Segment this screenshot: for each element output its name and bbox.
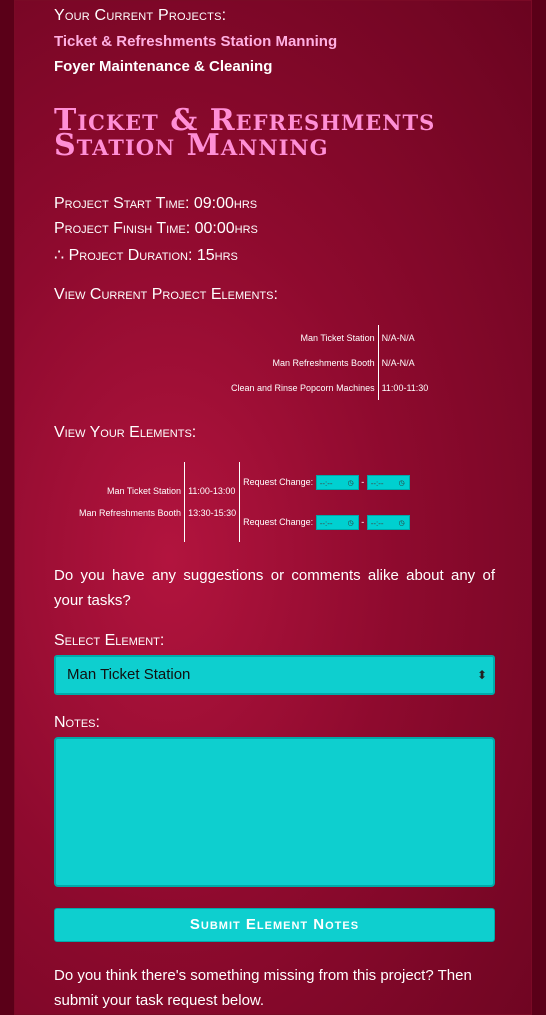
request-change-cell: Request Change: --:-- ◷ - --:-- ◷ <box>240 502 413 542</box>
notes-label: Notes: <box>54 714 100 731</box>
request-change-label: Request Change: <box>243 516 314 527</box>
element-time: N/A-N/A <box>377 350 432 375</box>
project-start-time: Project Start Time: 09:00hrs <box>54 195 258 212</box>
missing-task-question: Do you think there's something missing f… <box>54 967 472 1009</box>
element-select-value: Man Ticket Station <box>67 666 191 683</box>
time-start-input[interactable]: --:-- ◷ <box>315 474 359 490</box>
project-link-ticket[interactable]: Ticket & Refreshments Station Manning <box>54 33 337 50</box>
request-change-label: Request Change: <box>243 476 314 487</box>
current-projects: Your Current Projects: Ticket & Refreshm… <box>54 7 337 75</box>
element-name: Man Refreshments Booth <box>272 357 375 368</box>
element-name: Clean and Rinse Popcorn Machines <box>231 382 375 393</box>
clock-icon: ◷ <box>347 519 354 527</box>
submit-notes-button[interactable]: Submit Element Notes <box>54 908 495 942</box>
project-elements-heading: View Current Project Elements: <box>54 286 278 303</box>
current-projects-heading: Your Current Projects: <box>54 7 227 24</box>
table-row: Clean and Rinse Popcorn Machines 11:00-1… <box>228 375 432 400</box>
table-row: Man Refreshments Booth N/A-N/A <box>228 350 432 375</box>
project-link-foyer[interactable]: Foyer Maintenance & Cleaning <box>54 58 337 75</box>
time-separator: - <box>361 516 365 527</box>
element-name: Man Ticket Station <box>300 332 375 343</box>
project-elements-table: Man Ticket Station N/A-N/A Man Refreshme… <box>228 325 432 400</box>
time-separator: - <box>361 476 365 487</box>
element-name: Man Refreshments Booth <box>79 508 182 518</box>
clock-icon: ◷ <box>398 519 405 527</box>
select-element-label: Select Element: <box>54 632 165 649</box>
element-name: Man Ticket Station <box>107 486 182 496</box>
element-select[interactable]: Man Ticket Station ⬍ <box>54 655 495 695</box>
your-elements-table: Man Ticket Station 11:00-13:00 Request C… <box>76 462 413 542</box>
time-start-input[interactable]: --:-- ◷ <box>315 514 359 530</box>
project-duration: ∴ Project Duration: 15hrs <box>54 247 238 264</box>
your-elements-heading: View Your Elements: <box>54 424 197 441</box>
notes-textarea[interactable] <box>54 737 495 887</box>
table-row: Man Refreshments Booth 13:30-15:30 Reque… <box>76 502 413 542</box>
chevron-down-icon: ⬍ <box>476 668 487 682</box>
clock-icon: ◷ <box>347 479 354 487</box>
page-title: Ticket & Refreshments Station Manning <box>54 103 436 163</box>
element-time: 13:30-15:30 <box>184 502 241 542</box>
element-time: 11:00-13:00 <box>184 462 241 502</box>
table-row: Man Ticket Station 11:00-13:00 Request C… <box>76 462 413 502</box>
time-end-input[interactable]: --:-- ◷ <box>366 474 410 490</box>
clock-icon: ◷ <box>398 479 405 487</box>
project-finish-time: Project Finish Time: 00:00hrs <box>54 220 258 237</box>
page-frame: Your Current Projects: Ticket & Refreshm… <box>14 0 532 1015</box>
request-change-cell: Request Change: --:-- ◷ - --:-- ◷ <box>240 462 413 502</box>
time-end-input[interactable]: --:-- ◷ <box>366 514 410 530</box>
element-time: N/A-N/A <box>377 325 432 350</box>
table-row: Man Ticket Station N/A-N/A <box>228 325 432 350</box>
suggestions-question: Do you have any suggestions or comments … <box>54 567 495 609</box>
element-time: 11:00-11:30 <box>377 375 432 400</box>
